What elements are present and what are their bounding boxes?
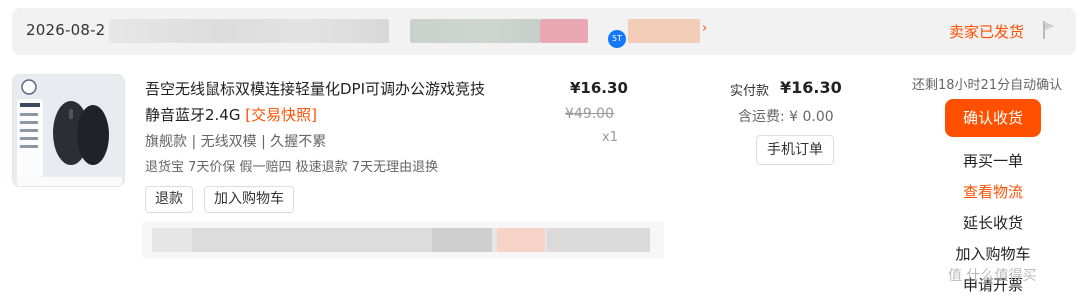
confirm-receipt-button[interactable]: 确认收货 <box>945 99 1041 137</box>
flag-icon[interactable] <box>1042 20 1058 40</box>
quantity: x1 <box>602 130 618 145</box>
original-price: ¥49.00 <box>565 106 614 122</box>
shop-badge-icon: 5T <box>608 30 626 48</box>
buy-again-link[interactable]: 再买一单 <box>938 150 1048 171</box>
product-image[interactable] <box>12 74 125 187</box>
trade-snapshot-link[interactable]: [交易快照] <box>245 106 317 124</box>
redacted-area <box>410 19 540 43</box>
product-services: 退货宝 7天价保 假一赔四 极速退款 7天无理由退换 <box>145 160 439 175</box>
redacted-area <box>628 19 700 43</box>
product-specs: 旗舰款 | 无线双模 | 久握不累 <box>145 134 327 150</box>
mobile-order-button[interactable]: 手机订单 <box>756 135 834 165</box>
extend-receipt-link[interactable]: 延长收货 <box>938 212 1048 233</box>
refund-button[interactable]: 退款 <box>145 186 193 213</box>
order-header: 2026-08-2 5T › 卖家已发货 <box>12 8 1076 55</box>
order-date: 2026-08-2 <box>26 21 106 39</box>
shipping-fee: 含运费: ¥ 0.00 <box>738 109 834 125</box>
paid-label: 实付款 <box>730 84 770 99</box>
chevron-right-icon[interactable]: › <box>702 21 707 36</box>
paid-amount: ¥16.30 <box>780 78 842 97</box>
order-status: 卖家已发货 <box>948 23 1024 41</box>
add-to-cart-button[interactable]: 加入购物车 <box>204 186 294 213</box>
redacted-area <box>142 222 664 258</box>
unit-price: ¥16.30 <box>570 79 628 97</box>
auto-confirm-countdown: 还剩18小时21分自动确认 <box>912 78 1063 93</box>
watermark: 值 什么值得买 <box>948 268 1037 284</box>
product-title[interactable]: 吾空无线鼠标双模连接轻量化DPI可调办公游戏竞技静音蓝牙2.4G [交易快照] <box>145 76 495 128</box>
redacted-area <box>109 19 389 43</box>
view-logistics-link[interactable]: 查看物流 <box>938 181 1048 202</box>
redacted-area <box>540 19 588 43</box>
add-to-cart-link[interactable]: 加入购物车 <box>938 243 1048 264</box>
